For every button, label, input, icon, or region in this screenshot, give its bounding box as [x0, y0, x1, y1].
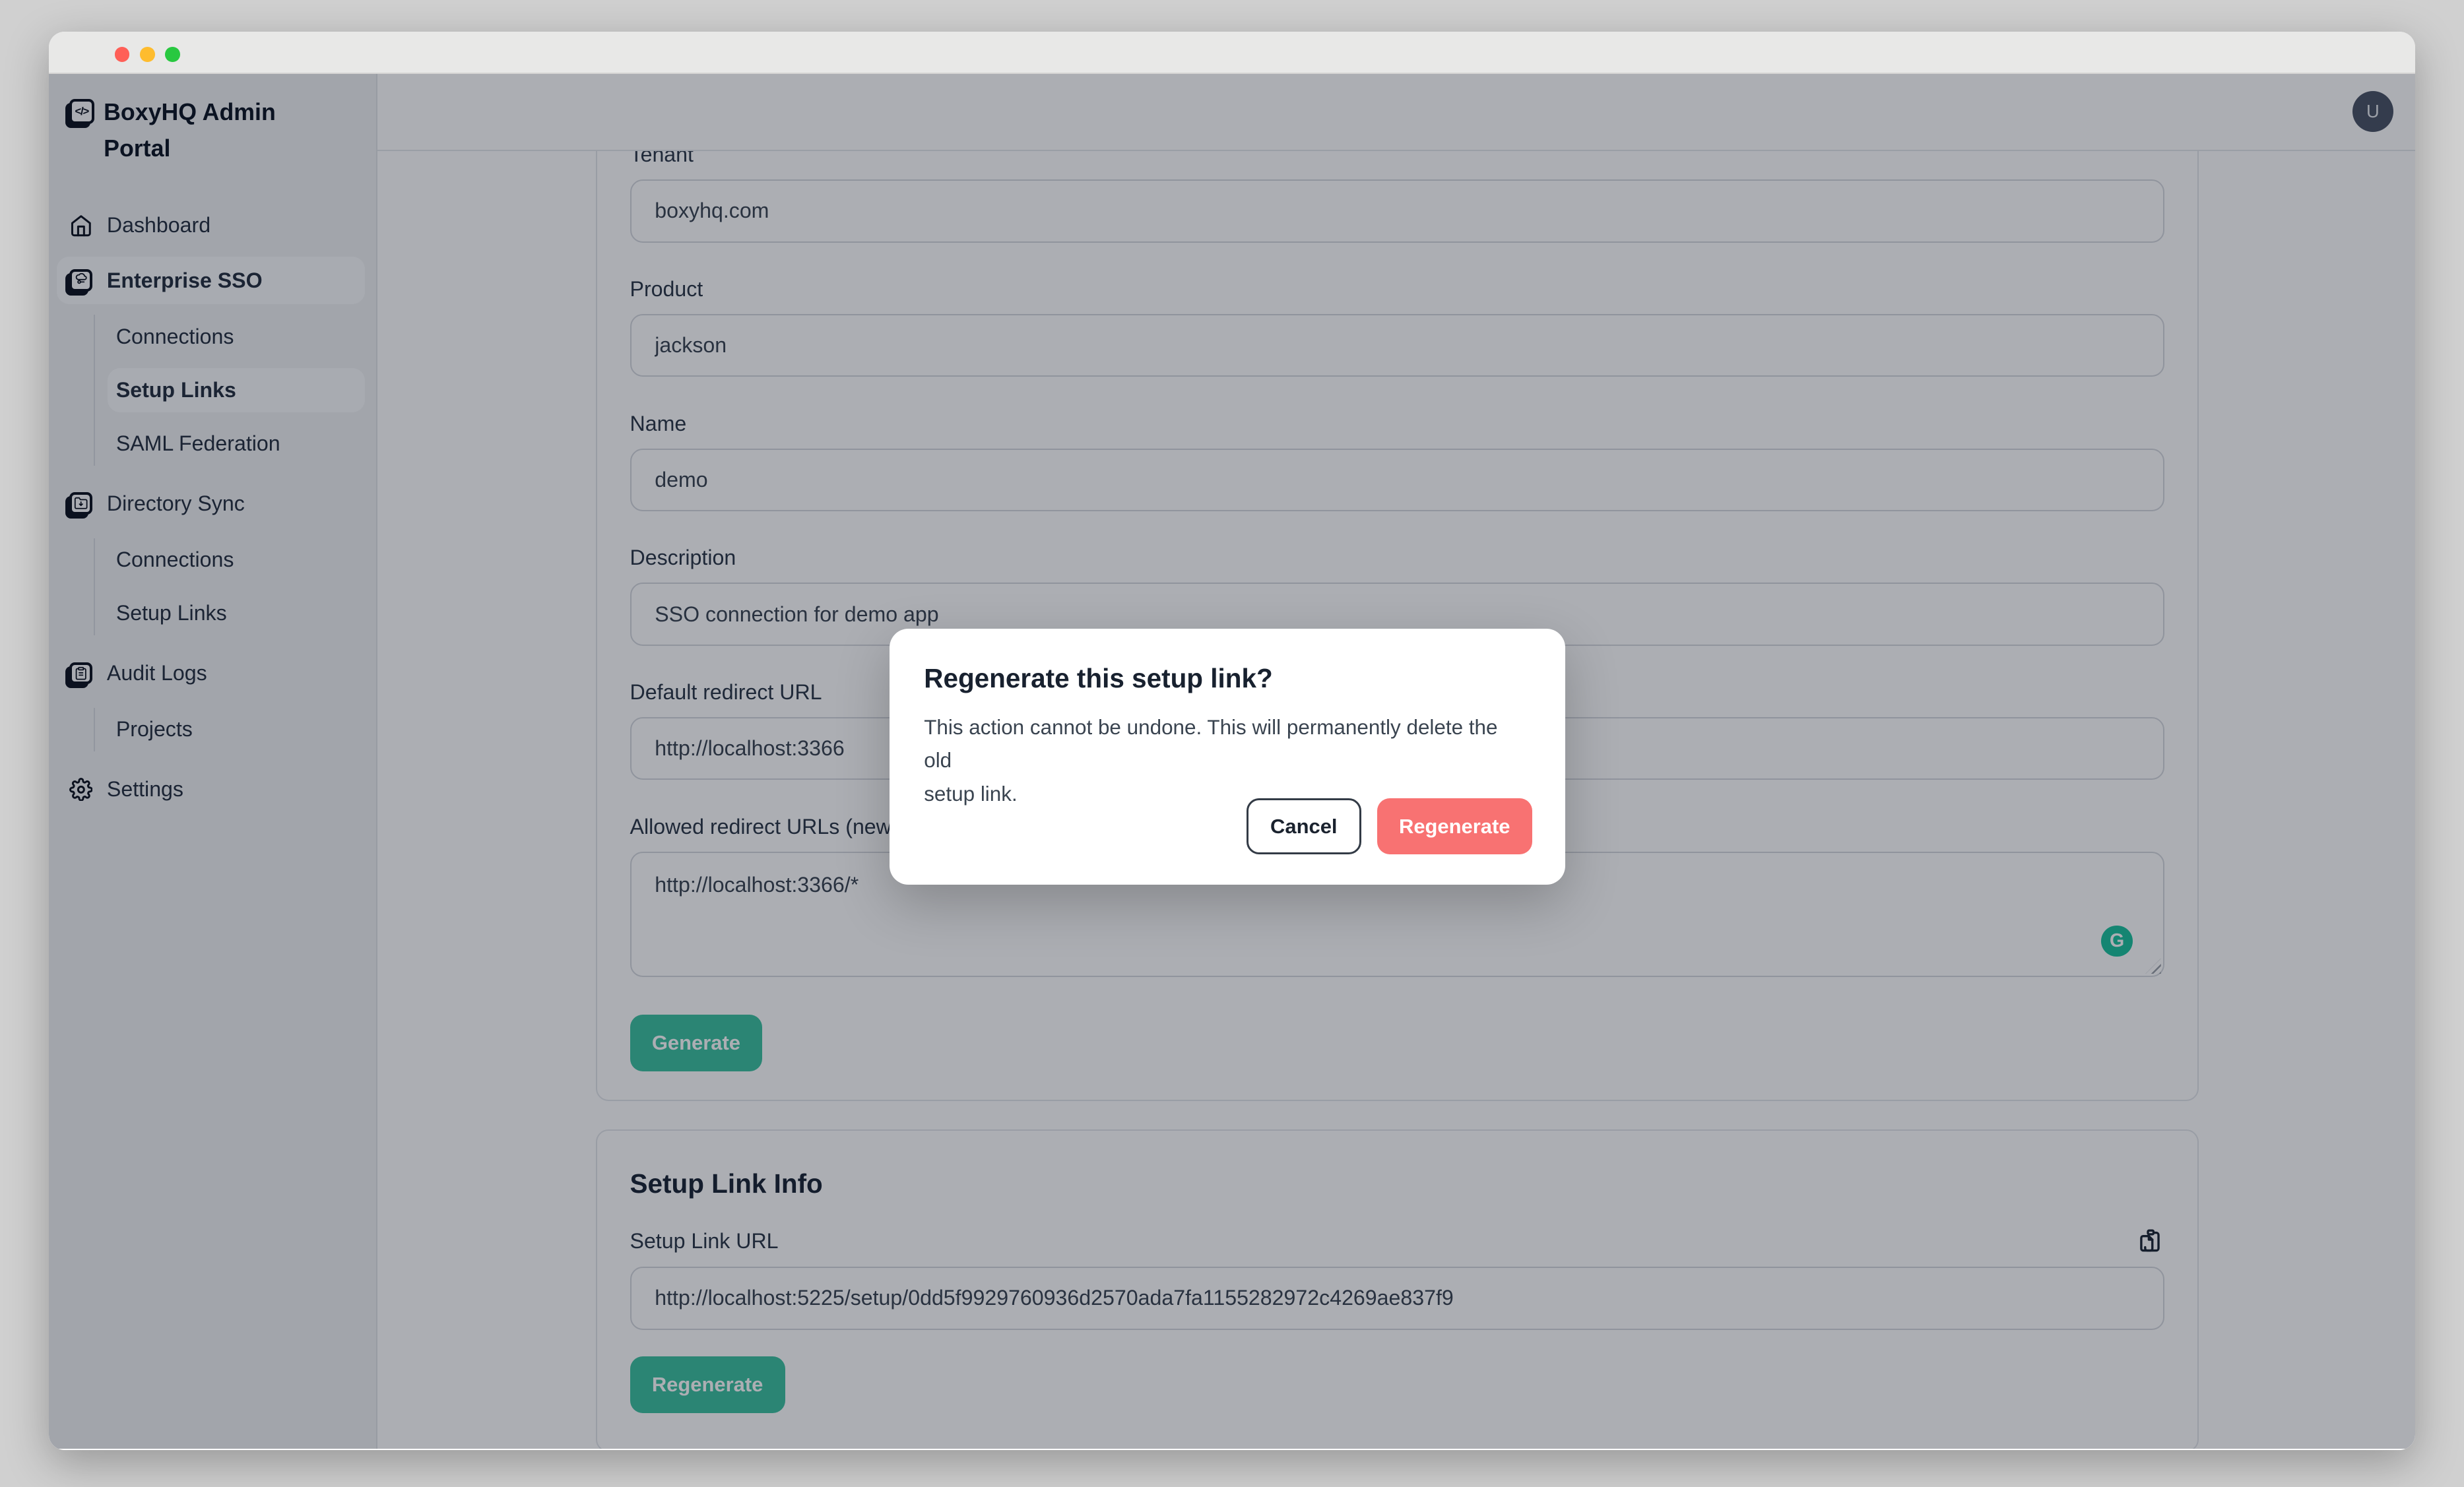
dialog-message: This action cannot be undone. This will …	[924, 711, 1530, 811]
minimize-window-button[interactable]	[140, 47, 155, 62]
regenerate-confirm-dialog: Regenerate this setup link? This action …	[890, 629, 1565, 885]
desktop: </> BoxyHQ Admin Portal Dashboard	[0, 0, 2464, 1487]
page: </> BoxyHQ Admin Portal Dashboard	[49, 74, 2415, 1449]
dialog-title: Regenerate this setup link?	[924, 663, 1530, 694]
confirm-regenerate-button[interactable]: Regenerate	[1377, 798, 1532, 855]
cancel-button[interactable]: Cancel	[1247, 798, 1361, 855]
app-window: </> BoxyHQ Admin Portal Dashboard	[49, 32, 2415, 1450]
window-titlebar	[49, 32, 2415, 74]
zoom-window-button[interactable]	[165, 47, 180, 62]
close-window-button[interactable]	[115, 47, 130, 62]
dialog-actions: Cancel Regenerate	[1247, 798, 1532, 855]
